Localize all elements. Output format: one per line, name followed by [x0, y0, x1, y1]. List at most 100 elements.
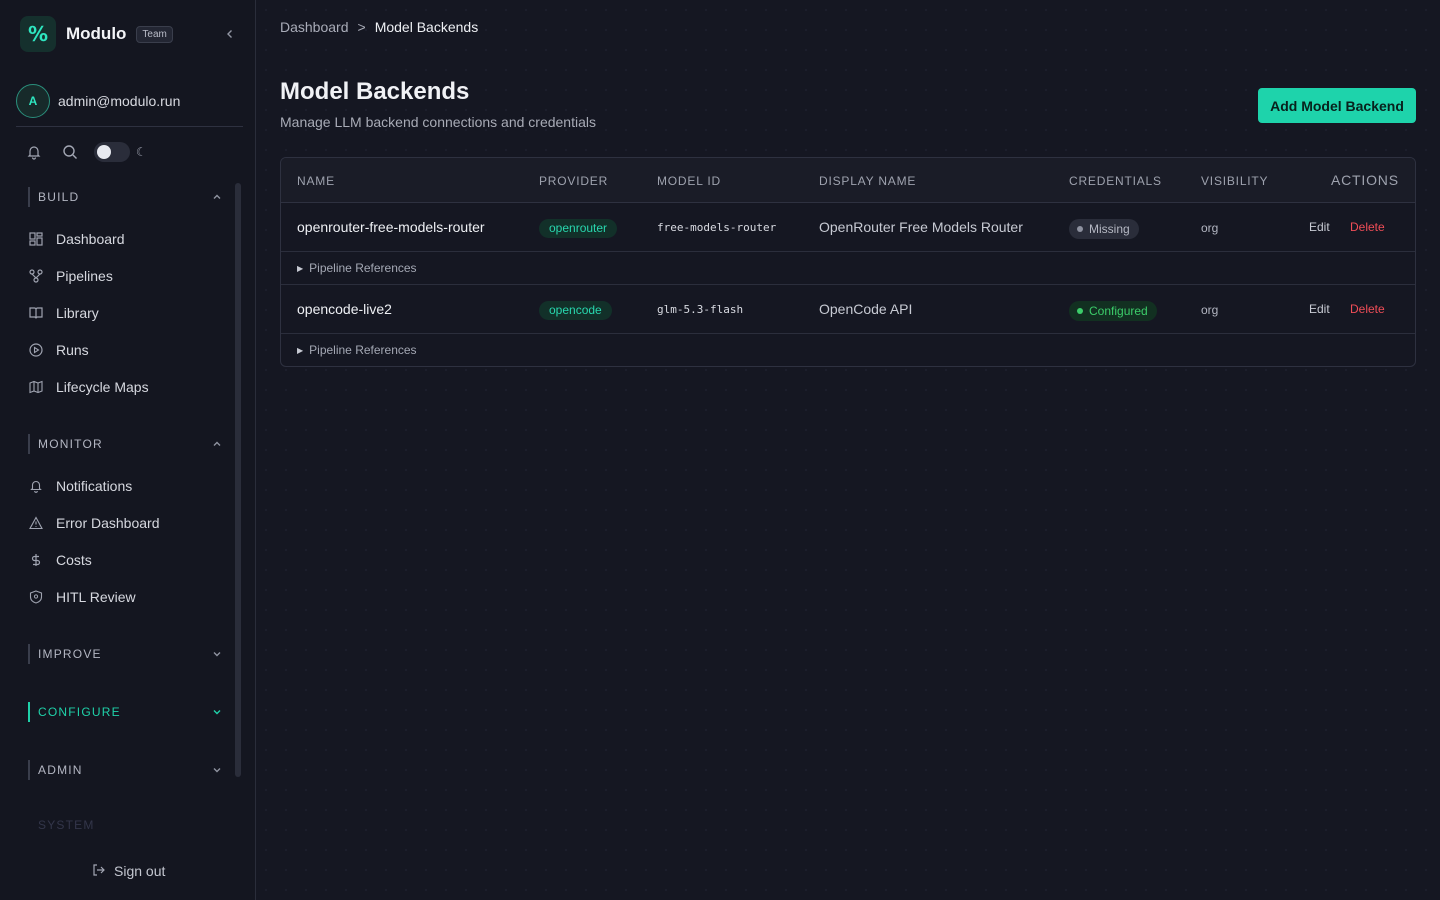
toggle-knob: [97, 145, 111, 159]
edit-button[interactable]: Edit: [1309, 302, 1330, 316]
pipeline-references-toggle[interactable]: ▶ Pipeline References: [281, 252, 1415, 285]
display-name: OpenRouter Free Models Router: [819, 219, 1023, 235]
sidebar-item-label: Notifications: [56, 477, 133, 494]
main-content: Dashboard > Model Backends Model Backend…: [256, 0, 1440, 900]
bell-icon: [28, 478, 44, 494]
user-profile[interactable]: A admin@modulo.run: [16, 84, 243, 127]
delete-button[interactable]: Delete: [1350, 302, 1385, 316]
section-title: BUILD: [28, 187, 79, 207]
collapse-sidebar-icon[interactable]: [220, 24, 240, 44]
table-header: NAME PROVIDER MODEL ID DISPLAY NAME CRED…: [281, 158, 1415, 203]
avatar: A: [16, 84, 50, 118]
credentials-status-badge: Configured: [1069, 301, 1157, 321]
display-name: OpenCode API: [819, 301, 913, 317]
pipeline-references-label: ▶ Pipeline References: [297, 343, 417, 357]
provider-badge: opencode: [539, 301, 612, 320]
status-dot: [1077, 226, 1083, 232]
credentials-status-badge: Missing: [1069, 219, 1139, 239]
section-header-monitor[interactable]: MONITOR: [28, 434, 223, 454]
theme-toggle[interactable]: [94, 142, 130, 162]
section-header-system[interactable]: SYSTEM: [28, 818, 95, 832]
brand-name: Modulo: [66, 24, 127, 43]
section-header-improve[interactable]: IMPROVE: [28, 644, 223, 664]
column-header-actions: ACTIONS: [1331, 172, 1399, 188]
chevron-down-icon: [211, 764, 223, 776]
caret-right-icon: ▶: [297, 263, 304, 273]
model-backends-table: NAME PROVIDER MODEL ID DISPLAY NAME CRED…: [280, 157, 1416, 367]
dollar-icon: [28, 552, 44, 568]
nav-section-build: BUILD Dashboard Pipelines Library Runs L…: [28, 187, 223, 405]
column-header-name: NAME: [297, 174, 335, 188]
grid-icon: [28, 231, 44, 247]
column-header-model-id: MODEL ID: [657, 174, 721, 188]
section-header-configure[interactable]: CONFIGURE: [28, 702, 223, 722]
bell-icon[interactable]: [24, 142, 44, 162]
visibility-value: org: [1201, 221, 1219, 235]
moon-icon: ☾: [136, 145, 147, 159]
chevron-down-icon: [211, 706, 223, 718]
sidebar-item-label: Runs: [56, 341, 89, 358]
sign-out-label: Sign out: [114, 863, 166, 879]
pipeline-references-text: Pipeline References: [309, 261, 417, 275]
sidebar-item-notifications[interactable]: Notifications: [28, 467, 223, 504]
edit-button[interactable]: Edit: [1309, 220, 1330, 234]
nav-section-admin: ADMIN: [28, 760, 223, 780]
sidebar-item-pipelines[interactable]: Pipelines: [28, 257, 223, 294]
section-title: IMPROVE: [28, 644, 102, 664]
page-subtitle: Manage LLM backend connections and crede…: [280, 114, 596, 130]
column-header-provider: PROVIDER: [539, 174, 609, 188]
add-model-backend-button[interactable]: Add Model Backend: [1258, 88, 1416, 123]
search-icon[interactable]: [60, 142, 80, 162]
breadcrumb-separator: >: [357, 19, 366, 35]
sidebar-item-label: Costs: [56, 551, 92, 568]
nav-section-improve: IMPROVE: [28, 644, 223, 664]
chevron-up-icon: [211, 191, 223, 203]
sidebar-item-hitl-review[interactable]: HITL Review: [28, 578, 223, 615]
sidebar-tools: ☾: [24, 141, 147, 163]
sidebar-item-label: Pipelines: [56, 267, 113, 284]
section-title: CONFIGURE: [28, 702, 121, 722]
book-icon: [28, 305, 44, 321]
sidebar-item-error-dashboard[interactable]: Error Dashboard: [28, 504, 223, 541]
chevron-down-icon: [211, 648, 223, 660]
breadcrumb-dashboard[interactable]: Dashboard: [280, 19, 349, 35]
model-id: free-models-router: [657, 221, 777, 234]
sidebar-item-label: Error Dashboard: [56, 514, 160, 531]
sidebar-item-runs[interactable]: Runs: [28, 331, 223, 368]
sidebar-item-label: HITL Review: [56, 588, 136, 605]
delete-button[interactable]: Delete: [1350, 220, 1385, 234]
breadcrumb-current: Model Backends: [374, 19, 479, 35]
section-title: MONITOR: [28, 434, 103, 454]
sidebar-item-label: Lifecycle Maps: [56, 378, 149, 395]
sidebar-item-library[interactable]: Library: [28, 294, 223, 331]
section-header-admin[interactable]: ADMIN: [28, 760, 223, 780]
brand: % Modulo Team: [20, 16, 240, 52]
sidebar-item-dashboard[interactable]: Dashboard: [28, 220, 223, 257]
nav-section-configure: CONFIGURE: [28, 702, 223, 722]
pipeline-icon: [28, 268, 44, 284]
sidebar-item-label: Dashboard: [56, 230, 125, 247]
pipeline-references-text: Pipeline References: [309, 343, 417, 357]
pipeline-references-toggle[interactable]: ▶ Pipeline References: [281, 334, 1415, 366]
section-header-build[interactable]: BUILD: [28, 187, 223, 207]
sidebar-item-lifecycle-maps[interactable]: Lifecycle Maps: [28, 368, 223, 405]
page-title: Model Backends: [280, 78, 470, 105]
sidebar-scrollbar[interactable]: [235, 183, 241, 777]
sidebar-item-costs[interactable]: Costs: [28, 541, 223, 578]
model-id: glm-5.3-flash: [657, 303, 744, 316]
sign-out-button[interactable]: Sign out: [92, 863, 165, 879]
table-row: opencode-live2 opencode glm-5.3-flash Op…: [281, 285, 1415, 334]
user-email: admin@modulo.run: [58, 93, 181, 109]
caret-right-icon: ▶: [297, 345, 304, 355]
table-row: openrouter-free-models-router openrouter…: [281, 203, 1415, 252]
warning-icon: [28, 515, 44, 531]
logo[interactable]: %: [20, 16, 56, 52]
backend-name: openrouter-free-models-router: [297, 219, 485, 235]
nav-section-monitor: MONITOR Notifications Error Dashboard Co…: [28, 434, 223, 615]
sidebar-item-label: Library: [56, 304, 99, 321]
column-header-credentials: CREDENTIALS: [1069, 174, 1162, 188]
provider-badge: openrouter: [539, 219, 618, 238]
map-icon: [28, 379, 44, 395]
section-title: ADMIN: [28, 760, 83, 780]
credentials-status-label: Missing: [1089, 222, 1130, 236]
